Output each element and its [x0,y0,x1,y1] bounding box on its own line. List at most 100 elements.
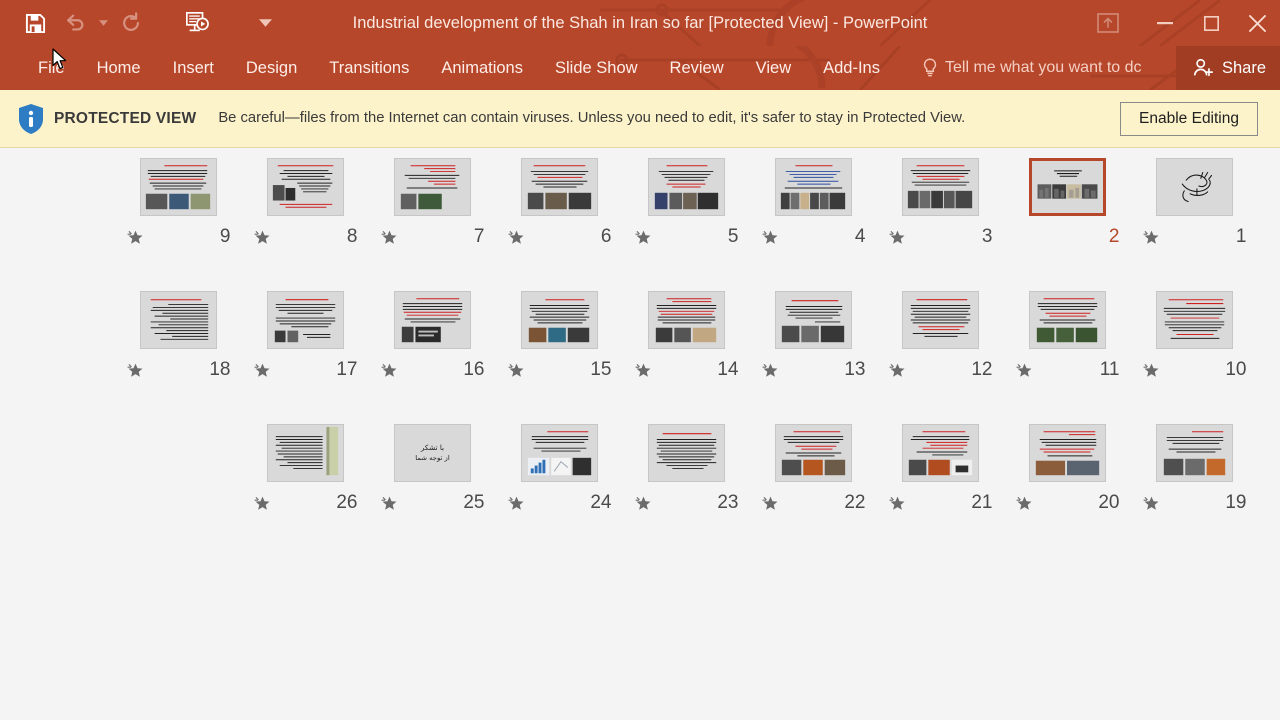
slide-cell-15[interactable]: 15 [496,291,623,424]
star-icon[interactable] [888,362,906,379]
star-icon[interactable] [634,229,652,246]
slide-cell-7[interactable]: 7 [369,158,496,291]
slide-thumbnail-2[interactable] [1029,158,1106,216]
tell-me-search[interactable]: Tell me what you want to dc [922,46,1185,90]
slide-thumbnail-12[interactable] [902,291,979,349]
slide-thumbnail-11[interactable] [1029,291,1106,349]
slide-thumbnail-25[interactable]: با تشکر از توجه شما [394,424,471,482]
tab-home[interactable]: Home [81,46,157,90]
enable-editing-button[interactable]: Enable Editing [1120,101,1258,136]
slide-thumbnail-16[interactable] [394,291,471,349]
slide-cell-14[interactable]: 14 [623,291,750,424]
slide-thumbnail-3[interactable] [902,158,979,216]
star-icon[interactable] [507,229,525,246]
star-icon[interactable] [253,229,271,246]
tab-transitions[interactable]: Transitions [313,46,425,90]
slide-cell-3[interactable]: 3 [877,158,1004,291]
slide-cell-11[interactable]: 11 [1004,291,1131,424]
slide-thumbnail-23[interactable] [648,424,725,482]
slide-thumbnail-18[interactable] [140,291,217,349]
minimize-icon[interactable] [1142,0,1188,46]
save-icon[interactable] [18,6,52,40]
slide-cell-10[interactable]: 10 [1131,291,1258,424]
slide-cell-6[interactable]: 6 [496,158,623,291]
slide-cell-1[interactable]: 1 [1131,158,1258,291]
star-icon[interactable] [507,362,525,379]
slide-cell-8[interactable]: 8 [242,158,369,291]
start-from-beginning-icon[interactable] [180,6,214,40]
star-icon[interactable] [888,229,906,246]
star-icon[interactable] [1142,229,1160,246]
star-icon[interactable] [1015,495,1033,512]
slide-thumbnail-1[interactable] [1156,158,1233,216]
tab-design[interactable]: Design [230,46,313,90]
slide-cell-24[interactable]: 24 [496,424,623,557]
star-icon[interactable] [761,362,779,379]
slide-thumbnail-7[interactable] [394,158,471,216]
slide-thumbnail-5[interactable] [648,158,725,216]
slide-thumbnail-24[interactable] [521,424,598,482]
star-icon[interactable] [507,495,525,512]
tab-file[interactable]: File [22,46,81,90]
slide-cell-13[interactable]: 13 [750,291,877,424]
star-icon[interactable] [1142,495,1160,512]
slide-thumbnail-21[interactable] [902,424,979,482]
star-icon[interactable] [380,229,398,246]
star-icon[interactable] [761,229,779,246]
slide-cell-17[interactable]: 17 [242,291,369,424]
slide-cell-21[interactable]: 21 [877,424,1004,557]
tab-insert[interactable]: Insert [157,46,230,90]
tab-slide-show[interactable]: Slide Show [539,46,654,90]
slide-thumbnail-4[interactable] [775,158,852,216]
slide-cell-9[interactable]: 9 [115,158,242,291]
customize-qat-caret-icon[interactable] [254,6,276,40]
star-icon[interactable] [253,495,271,512]
star-icon[interactable] [1142,362,1160,379]
tab-view[interactable]: View [740,46,807,90]
star-icon[interactable] [761,495,779,512]
slide-cell-19[interactable]: 19 [1131,424,1258,557]
undo-icon[interactable] [58,6,92,40]
star-icon[interactable] [380,362,398,379]
maximize-icon[interactable] [1188,0,1234,46]
slide-cell-26[interactable]: 26 [242,424,369,557]
star-icon[interactable] [634,495,652,512]
slide-cell-12[interactable]: 12 [877,291,1004,424]
slide-thumbnail-14[interactable] [648,291,725,349]
slide-thumbnail-6[interactable] [521,158,598,216]
slide-cell-4[interactable]: 4 [750,158,877,291]
star-icon[interactable] [1015,362,1033,379]
slide-thumbnail-19[interactable] [1156,424,1233,482]
ribbon-display-options-icon[interactable] [1082,0,1134,46]
redo-icon[interactable] [114,6,148,40]
slide-cell-22[interactable]: 22 [750,424,877,557]
share-button[interactable]: Share [1175,46,1280,90]
slide-thumbnail-22[interactable] [775,424,852,482]
slide-thumbnail-8[interactable] [267,158,344,216]
slide-thumbnail-9[interactable] [140,158,217,216]
tab-review[interactable]: Review [654,46,740,90]
slide-thumbnail-17[interactable] [267,291,344,349]
star-icon[interactable] [253,362,271,379]
undo-dropdown-caret-icon[interactable] [92,6,114,40]
star-icon[interactable] [888,495,906,512]
tab-animations[interactable]: Animations [425,46,539,90]
slide-cell-2[interactable]: 2 [1004,158,1131,291]
slide-thumbnail-13[interactable] [775,291,852,349]
slide-cell-20[interactable]: 20 [1004,424,1131,557]
slide-thumbnail-15[interactable] [521,291,598,349]
slide-cell-5[interactable]: 5 [623,158,750,291]
slide-thumbnail-10[interactable] [1156,291,1233,349]
slide-cell-16[interactable]: 16 [369,291,496,424]
slide-sorter-pane[interactable]: 1 2 3 4 5 6 7 8 9 10 11 12 13 14 15 16 1… [0,148,1280,719]
slide-cell-25[interactable]: با تشکر از توجه شما 25 [369,424,496,557]
slide-cell-18[interactable]: 18 [115,291,242,424]
star-icon[interactable] [126,362,144,379]
close-icon[interactable] [1234,0,1280,46]
star-icon[interactable] [380,495,398,512]
slide-thumbnail-20[interactable] [1029,424,1106,482]
slide-cell-23[interactable]: 23 [623,424,750,557]
slide-thumbnail-26[interactable] [267,424,344,482]
star-icon[interactable] [126,229,144,246]
star-icon[interactable] [634,362,652,379]
